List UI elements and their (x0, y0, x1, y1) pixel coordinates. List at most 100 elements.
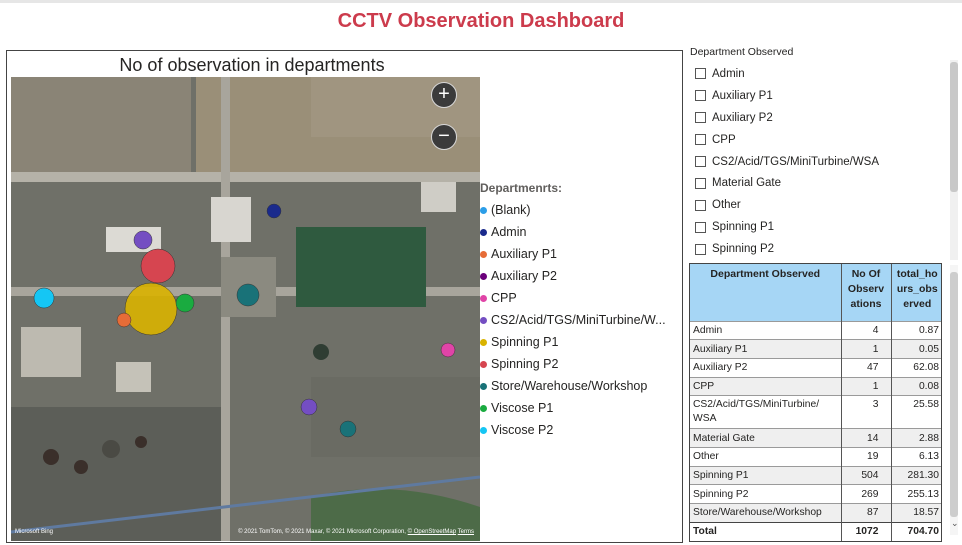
legend-dot-icon (480, 316, 487, 324)
legend-label: Spinning P2 (491, 357, 559, 371)
slicer-item-label: Other (712, 199, 741, 212)
table-cell-hours: 255.13 (891, 484, 941, 504)
top-divider (0, 0, 962, 3)
table-row[interactable]: Auxiliary P1 1 0.05 (690, 339, 941, 359)
legend-label: Admin (491, 225, 527, 239)
legend-item[interactable]: Spinning P1 (480, 331, 680, 353)
legend-item[interactable]: (Blank) (480, 199, 680, 221)
slicer-item[interactable]: Admin (690, 63, 950, 85)
map-title: No of observation in departments (119, 55, 385, 75)
total-cell-label: Total (690, 521, 842, 541)
legend-item[interactable]: Store/Warehouse/Workshop (480, 375, 680, 397)
table-row[interactable]: CPP 1 0.08 (690, 376, 941, 396)
table-cell-dept: CS2/Acid/TGS/MiniTurbine/ WSA (690, 395, 842, 429)
bubble-viscose-p1 (175, 293, 195, 313)
legend-label: Spinning P1 (491, 335, 559, 349)
map-attribution: © 2021 TomTom, © 2021 Maxar, © 2021 Micr… (238, 529, 474, 535)
bubble-spinning-p1 (124, 282, 178, 336)
checkbox[interactable] (695, 243, 706, 255)
table-cell-obs: 87 (841, 503, 892, 523)
slicer-item[interactable]: Other (690, 194, 950, 216)
bubble-auxiliary-p1 (116, 312, 132, 328)
legend-label: Viscose P1 (491, 401, 554, 415)
table-cell-dept: Store/Warehouse/Workshop (690, 503, 842, 523)
legend-item[interactable]: Auxiliary P1 (480, 243, 680, 265)
slicer-item-label: Auxiliary P1 (712, 89, 773, 102)
legend-title: Departmenrts: (480, 181, 563, 195)
table-cell-dept: Auxiliary P1 (690, 339, 842, 359)
table-scrollbar-thumb[interactable] (950, 272, 958, 517)
table-cell-hours: 0.08 (891, 376, 941, 396)
checkbox[interactable] (695, 177, 706, 189)
slicer-item-label: Admin (712, 67, 745, 80)
table-scroll-down-icon[interactable]: ⌄ (951, 518, 959, 529)
legend-dot-icon (480, 382, 487, 390)
legend-label: Auxiliary P2 (491, 269, 557, 283)
attribution-text: © 2021 TomTom, © 2021 Maxar, © 2021 Micr… (238, 529, 406, 535)
zoom-out-button[interactable]: − (431, 124, 457, 150)
total-cell-obs: 1072 (841, 521, 892, 541)
legend-item[interactable]: Viscose P1 (480, 397, 680, 419)
header-hours[interactable]: total_ho urs_obs erved (891, 264, 941, 321)
table-row[interactable]: Spinning P2 269 255.13 (690, 484, 941, 504)
osm-link[interactable]: © OpenStreetMap (408, 529, 456, 535)
slicer-scrollbar-thumb[interactable] (950, 62, 958, 192)
legend-item[interactable]: Spinning P2 (480, 353, 680, 375)
slicer-item[interactable]: Spinning P2 (690, 238, 950, 260)
slicer-item[interactable]: CS2/Acid/TGS/MiniTurbine/WSA (690, 151, 950, 173)
table-row[interactable]: CS2/Acid/TGS/MiniTurbine/ WSA 3 25.58 (690, 395, 941, 429)
header-observations[interactable]: No Of Observ ations (841, 264, 892, 321)
legend-dot-icon (480, 360, 487, 368)
bubble-store-2 (339, 420, 357, 438)
checkbox[interactable] (695, 90, 706, 102)
slicer-item[interactable]: Spinning P1 (690, 216, 950, 238)
checkbox[interactable] (695, 156, 706, 167)
legend-item[interactable]: Admin (480, 221, 680, 243)
terms-link[interactable]: Terms (458, 529, 474, 535)
table-cell-dept: CPP (690, 376, 842, 396)
table-row[interactable]: Store/Warehouse/Workshop 87 18.57 (690, 503, 941, 523)
slicer-item-label: Spinning P1 (712, 221, 775, 234)
map-area[interactable]: + − Microsoft Bing © 2021 TomTom, © 2021… (11, 77, 480, 541)
table-cell-hours: 281.30 (891, 465, 941, 485)
slicer-item[interactable]: Auxiliary P1 (690, 85, 950, 107)
zoom-in-button[interactable]: + (431, 82, 457, 108)
table-row[interactable]: Other 19 6.13 (690, 446, 941, 467)
bubble-spinning-p2 (140, 248, 176, 284)
table-row[interactable]: Spinning P1 504 281.30 (690, 465, 941, 485)
legend-label: CS2/Acid/TGS/MiniTurbine/W... (491, 313, 666, 327)
table-cell-hours: 25.58 (891, 395, 941, 429)
legend-item[interactable]: Auxiliary P2 (480, 265, 680, 287)
legend-dot-icon (480, 426, 487, 434)
legend-dot-icon (480, 206, 487, 214)
table-cell-dept: Other (690, 446, 842, 467)
table-row[interactable]: Auxiliary P2 47 62.08 (690, 357, 941, 378)
table-cell-obs: 4 (841, 320, 892, 340)
table-row[interactable]: Material Gate 14 2.88 (690, 428, 941, 448)
legend-dot-icon (480, 250, 487, 258)
legend-item[interactable]: CPP (480, 287, 680, 309)
legend-item[interactable]: Viscose P2 (480, 419, 680, 441)
slicer-title: Department Observed (690, 46, 794, 58)
slicer-item[interactable]: Material Gate (690, 172, 950, 194)
slicer-item[interactable]: CPP (690, 129, 950, 151)
legend-label: Store/Warehouse/Workshop (491, 379, 648, 393)
checkbox[interactable] (695, 112, 706, 124)
legend-dot-icon (480, 228, 487, 236)
bubble-cpp (440, 342, 456, 358)
table-cell-dept: Spinning P2 (690, 484, 842, 504)
checkbox[interactable] (695, 134, 706, 146)
slicer-item[interactable]: Auxiliary P2 (690, 107, 950, 129)
table-cell-obs: 1 (841, 376, 892, 396)
table-row[interactable]: Admin 4 0.87 (690, 320, 941, 340)
checkbox[interactable] (695, 221, 706, 233)
table-cell-dept: Auxiliary P2 (690, 357, 842, 378)
legend-item[interactable]: CS2/Acid/TGS/MiniTurbine/W... (480, 309, 680, 331)
header-department[interactable]: Department Observed (690, 264, 842, 321)
slicer-item-label: CPP (712, 133, 736, 146)
checkbox[interactable] (695, 68, 706, 80)
slicer-item-label: Spinning P2 (712, 243, 775, 256)
checkbox[interactable] (695, 199, 706, 211)
table-cell-obs: 47 (841, 357, 892, 378)
bubble-admin (266, 203, 282, 219)
